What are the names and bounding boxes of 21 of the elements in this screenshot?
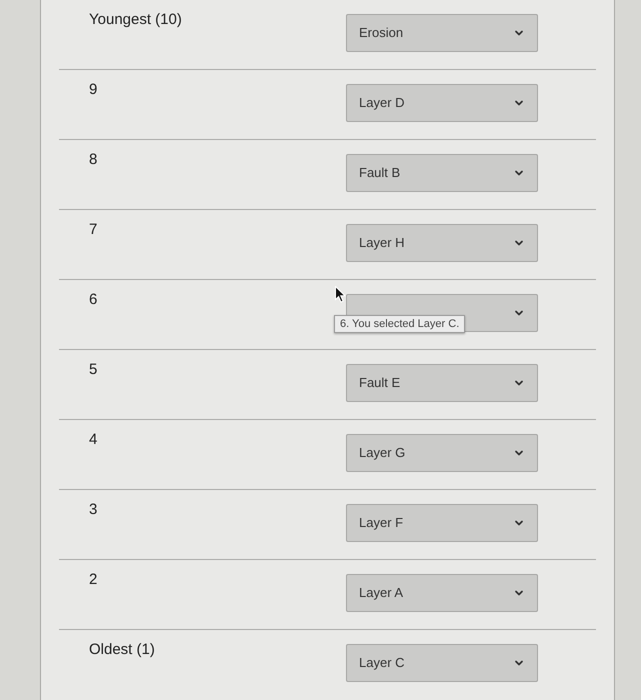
row-label: Oldest (1) xyxy=(89,640,155,660)
row-label: Youngest (10) xyxy=(89,10,182,30)
row-label: 5 xyxy=(89,360,98,380)
dropdown[interactable]: Layer H xyxy=(346,224,538,262)
dropdown[interactable]: Layer C xyxy=(346,644,538,682)
dropdown[interactable]: Fault E xyxy=(346,364,538,402)
dropdown[interactable]: Fault B xyxy=(346,154,538,192)
dropdown[interactable]: Erosion xyxy=(346,14,538,52)
row-label: 9 xyxy=(89,80,98,100)
dropdown[interactable]: Layer G xyxy=(346,434,538,472)
tooltip: 6. You selected Layer C. xyxy=(334,315,466,333)
dropdown[interactable]: Layer F xyxy=(346,504,538,542)
row-label: 2 xyxy=(89,570,98,590)
row-label: 4 xyxy=(89,430,98,450)
dropdown[interactable]: Layer D xyxy=(346,84,538,122)
row-label: 8 xyxy=(89,150,98,170)
row-label: 6 xyxy=(89,290,98,310)
row-label: 7 xyxy=(89,220,98,240)
cursor-icon xyxy=(335,286,346,303)
row-label: 3 xyxy=(89,500,98,520)
dropdown[interactable]: Layer A xyxy=(346,574,538,612)
